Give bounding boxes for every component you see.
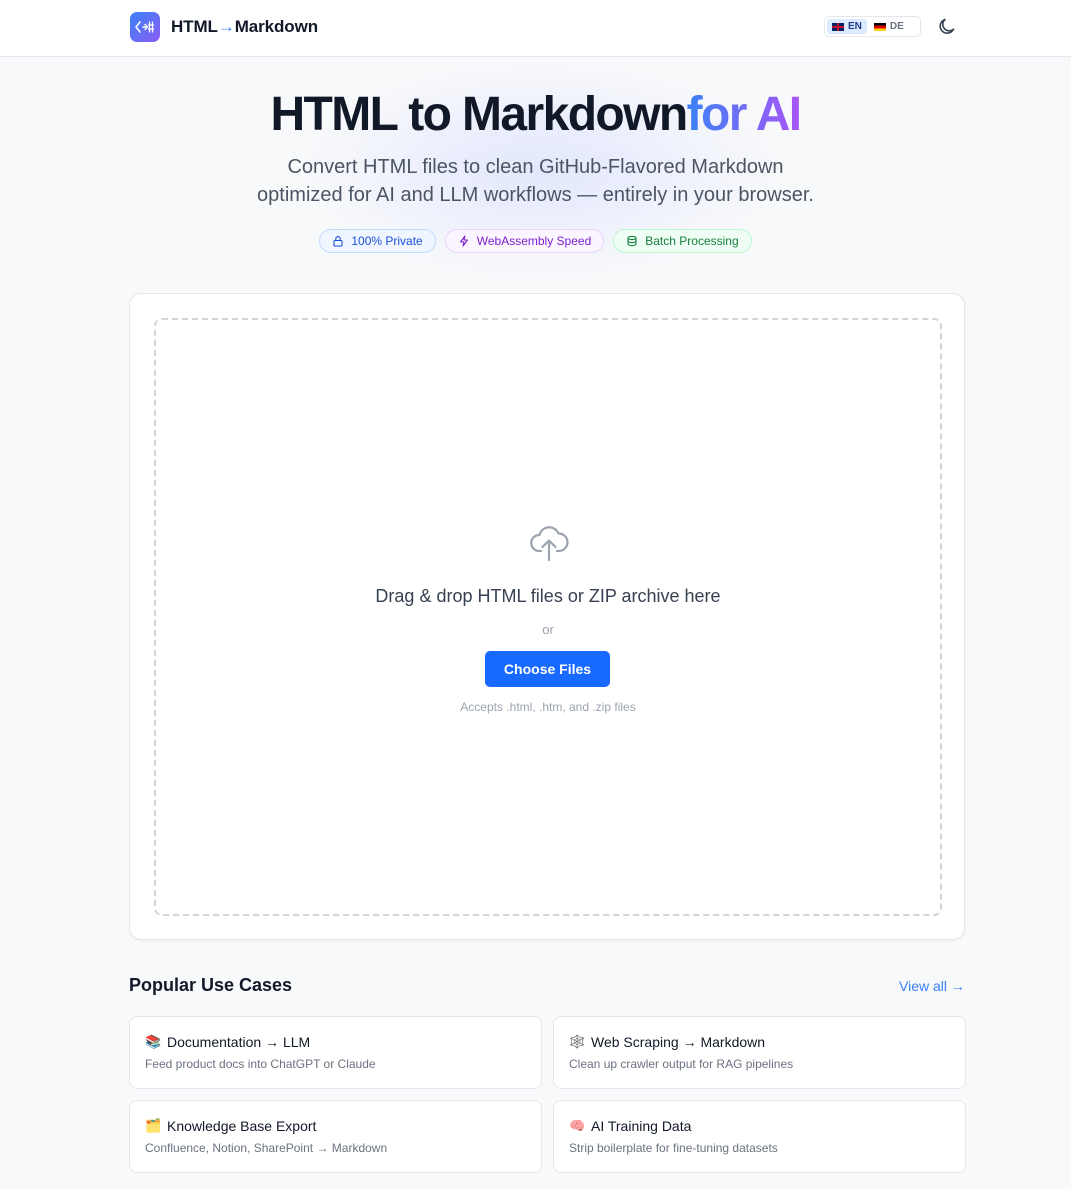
feature-badges: 100% Private WebAssembly Speed Batch Pro…: [0, 229, 1071, 253]
use-case-title: 🕸️ Web Scraping → Markdown: [569, 1034, 765, 1050]
badge-batch: Batch Processing: [613, 229, 752, 253]
language-de-button[interactable]: DE: [869, 19, 909, 34]
books-icon: 📚: [145, 1034, 162, 1049]
code-logo-icon: [130, 12, 160, 42]
use-case-title: 🗂️ Knowledge Base Export: [145, 1118, 316, 1134]
language-en-button[interactable]: EN: [827, 19, 867, 34]
hero-title-main: HTML to Markdown: [270, 88, 688, 141]
brand-name: HTML→Markdown: [171, 17, 318, 37]
brand-arrow: →: [217, 17, 235, 36]
hero-subtitle-line-1: Convert HTML files to clean GitHub-Flavo…: [287, 156, 784, 178]
top-bar: HTML→Markdown EN DE: [0, 0, 1071, 57]
badge-batch-label: Batch Processing: [645, 234, 739, 248]
theme-toggle-button[interactable]: [936, 16, 958, 38]
moon-icon: [939, 18, 955, 34]
badge-webassembly-label: WebAssembly Speed: [476, 234, 592, 248]
brain-icon: 🧠: [569, 1118, 586, 1133]
upload-card: Drag & drop HTML files or ZIP archive he…: [129, 293, 965, 940]
use-case-description: Clean up crawler output for RAG pipeline…: [569, 1057, 794, 1071]
file-dropzone[interactable]: Drag & drop HTML files or ZIP archive he…: [154, 318, 942, 916]
use-case-card-web-scraping[interactable]: 🕸️ Web Scraping → Markdown Clean up craw…: [553, 1016, 966, 1089]
lock-icon: [333, 236, 343, 247]
view-all-use-cases-link[interactable]: View all →: [899, 978, 965, 994]
brand-name-html: HTML: [171, 17, 218, 36]
spider-web-icon: 🕸️: [569, 1034, 586, 1049]
use-case-title: 📚 Documentation → LLM: [145, 1034, 310, 1050]
brand-name-markdown: Markdown: [234, 17, 318, 36]
use-case-description: Strip boilerplate for fine-tuning datase…: [569, 1141, 778, 1155]
dropzone-or-separator: or: [542, 622, 554, 637]
de-flag-icon: [873, 22, 886, 31]
use-case-card-knowledge-base[interactable]: 🗂️ Knowledge Base Export Confluence, Not…: [129, 1100, 542, 1173]
language-switcher: EN DE: [824, 16, 921, 37]
badge-private: 100% Private: [319, 229, 436, 253]
hero-title: HTML to Markdownfor AI: [0, 86, 1071, 144]
choose-files-button[interactable]: Choose Files: [485, 651, 610, 687]
badge-private-label: 100% Private: [351, 234, 423, 248]
card-index-dividers-icon: 🗂️: [145, 1118, 162, 1133]
hero-title-accent: for AI: [686, 88, 803, 141]
lightning-icon: [459, 235, 468, 247]
language-en-label: EN: [848, 21, 862, 32]
use-case-title-text: AI Training Data: [591, 1118, 692, 1134]
use-case-card-documentation[interactable]: 📚 Documentation → LLM Feed product docs …: [129, 1016, 542, 1089]
use-case-title-text: Web Scraping → Markdown: [591, 1034, 766, 1050]
database-icon: [627, 235, 637, 247]
cloud-upload-icon: [530, 526, 569, 562]
use-case-title: 🧠 AI Training Data: [569, 1118, 691, 1134]
use-cases-heading: Popular Use Cases: [129, 975, 293, 995]
brand-logo-link[interactable]: HTML→Markdown: [130, 12, 318, 42]
use-case-description: Feed product docs into ChatGPT or Claude: [145, 1057, 376, 1071]
use-case-title-text: Documentation → LLM: [167, 1034, 311, 1050]
hero-subtitle: Convert HTML files to clean GitHub-Flavo…: [0, 153, 1071, 209]
language-de-label: DE: [889, 21, 904, 32]
badge-webassembly: WebAssembly Speed: [444, 229, 605, 253]
uk-flag-icon: [832, 22, 844, 31]
use-case-title-text: Knowledge Base Export: [167, 1118, 317, 1134]
accepted-file-types: Accepts .html, .htm, and .zip files: [460, 700, 636, 714]
use-case-description: Confluence, Notion, SharePoint → Markdow…: [145, 1141, 388, 1155]
dropzone-instruction: Drag & drop HTML files or ZIP archive he…: [375, 586, 721, 606]
hero-subtitle-line-2: optimized for AI and LLM workflows — ent…: [257, 184, 814, 206]
use-case-card-ai-training[interactable]: 🧠 AI Training Data Strip boilerplate for…: [553, 1100, 966, 1173]
